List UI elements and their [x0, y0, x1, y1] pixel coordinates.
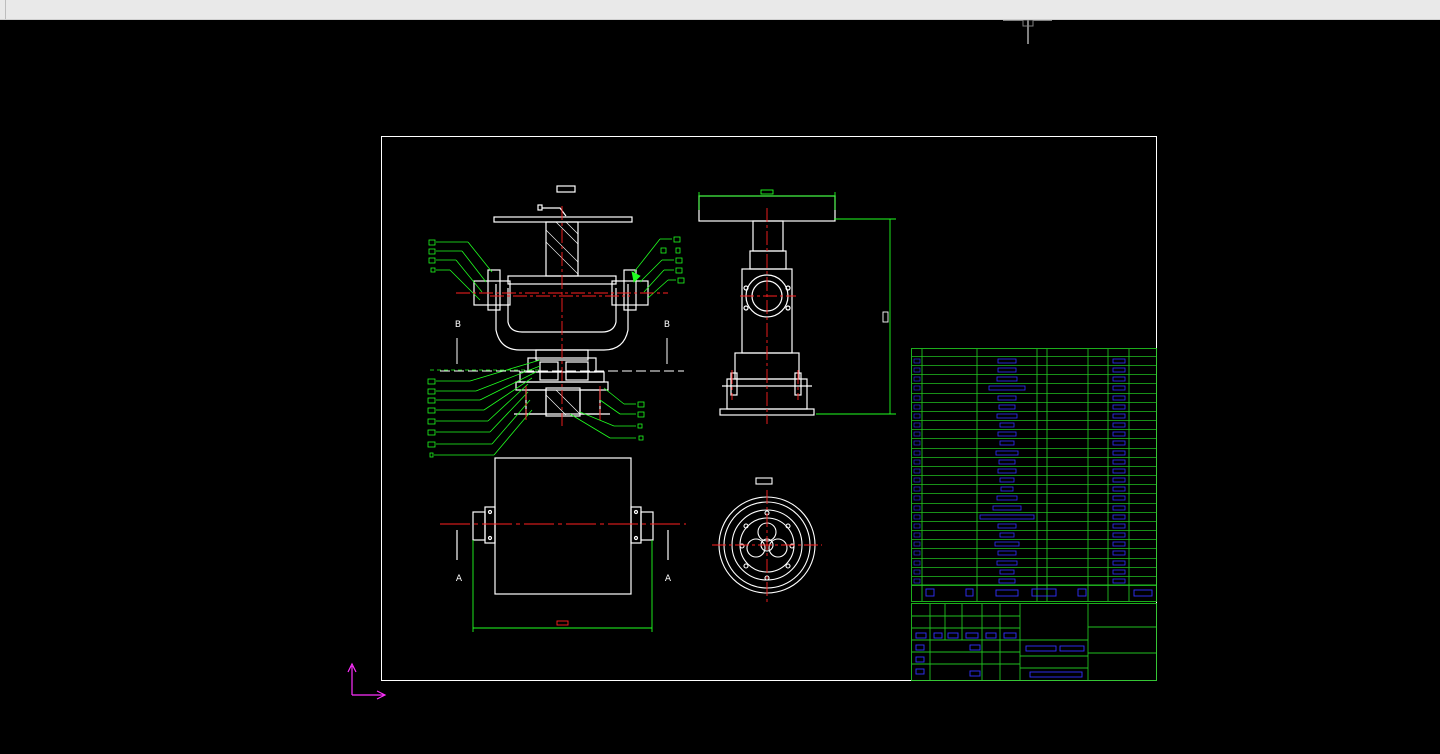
parts-list-name-cell: [996, 495, 1018, 501]
parts-list-name-cell: [996, 413, 1018, 419]
plan-view: [456, 457, 669, 595]
parts-list-index-cell: [913, 477, 921, 483]
parts-list-index-cell: [913, 495, 921, 501]
parts-list-index-cell: [913, 560, 921, 566]
parts-list-material-cell: [1112, 385, 1126, 391]
parts-list-index-cell: [913, 523, 921, 529]
section-label-a-left: A: [456, 574, 463, 584]
parts-list-entries: [913, 358, 1126, 584]
crosshair-cursor-icon: [1003, 20, 1052, 44]
parts-list-name-cell: [988, 385, 1026, 391]
parts-list-index-cell: [913, 578, 921, 584]
parts-list-name-cell: [999, 440, 1015, 446]
parts-list-index-cell: [913, 367, 921, 373]
front-view-centerlines: [456, 206, 668, 426]
parts-list-material-cell: [1112, 413, 1126, 419]
parts-list-name-cell: [992, 505, 1022, 511]
parts-list-name-cell: [999, 477, 1015, 483]
parts-list-name-cell: [999, 569, 1015, 575]
parts-list-header: [925, 588, 1153, 597]
parts-list-material-cell: [1112, 505, 1126, 511]
section-label-a-right: A: [665, 574, 672, 584]
section-label-b-right: B: [664, 320, 670, 330]
plan-view-dimension: [472, 540, 653, 632]
parts-list-name-cell: [996, 560, 1018, 566]
parts-list-material-cell: [1112, 550, 1126, 556]
parts-list-index-cell: [913, 541, 921, 547]
parts-list-material-cell: [1112, 541, 1126, 547]
parts-list-index-cell: [913, 431, 921, 437]
parts-list-index-cell: [913, 358, 921, 364]
parts-list-index-cell: [913, 505, 921, 511]
parts-list-material-cell: [1112, 459, 1126, 465]
parts-list-name-cell: [997, 468, 1017, 474]
parts-list-material-cell: [1112, 431, 1126, 437]
toolbar-edge: [0, 0, 6, 19]
parts-list-material-cell: [1112, 358, 1126, 364]
parts-list-name-cell: [979, 514, 1035, 520]
parts-list-material-cell: [1112, 468, 1126, 474]
parts-list-index-cell: [913, 468, 921, 474]
parts-list-index-cell: [913, 550, 921, 556]
title-block: [911, 603, 1157, 681]
parts-list-material-cell: [1112, 404, 1126, 410]
parts-list-name-cell: [997, 550, 1017, 556]
parts-list-index-cell: [913, 486, 921, 492]
parts-list-material-cell: [1112, 395, 1126, 401]
circular-view-centerlines: [712, 490, 822, 602]
parts-list-index-cell: [913, 413, 921, 419]
parts-list-index-cell: [913, 514, 921, 520]
parts-list-name-cell: [997, 395, 1017, 401]
parts-list-material-cell: [1112, 523, 1126, 529]
parts-list-material-cell: [1112, 560, 1126, 566]
parts-list-material-cell: [1112, 376, 1126, 382]
parts-list-name-cell: [996, 376, 1018, 382]
parts-list-material-cell: [1112, 532, 1126, 538]
drawing-canvas[interactable]: B B A A: [0, 20, 1440, 754]
parts-list-index-cell: [913, 440, 921, 446]
application-toolbar: [0, 0, 1440, 20]
parts-list-material-cell: [1112, 367, 1126, 373]
parts-list-material-cell: [1112, 450, 1126, 456]
parts-list-index-cell: [913, 395, 921, 401]
parts-list-index-cell: [913, 569, 921, 575]
parts-list-material-cell: [1112, 477, 1126, 483]
parts-list-material-cell: [1112, 578, 1126, 584]
parts-list-name-cell: [997, 367, 1017, 373]
parts-list-name-cell: [997, 431, 1017, 437]
parts-list-name-cell: [997, 358, 1017, 364]
section-label-b-left: B: [455, 320, 461, 330]
parts-list-index-cell: [913, 422, 921, 428]
parts-list-index-cell: [913, 385, 921, 391]
parts-list-index-cell: [913, 459, 921, 465]
parts-list-material-cell: [1112, 514, 1126, 520]
parts-list-name-cell: [1000, 486, 1014, 492]
parts-list-name-cell: [998, 404, 1016, 410]
parts-list-name-cell: [995, 450, 1019, 456]
parts-list-material-cell: [1112, 569, 1126, 575]
parts-list-material-cell: [1112, 486, 1126, 492]
parts-list-name-cell: [998, 578, 1016, 584]
parts-list-index-cell: [913, 376, 921, 382]
parts-list-name-cell: [998, 459, 1016, 465]
parts-list-material-cell: [1112, 495, 1126, 501]
side-view-dimensions: [698, 189, 896, 415]
parts-list-name-cell: [994, 541, 1020, 547]
ucs-axis-icon: [347, 662, 387, 700]
parts-list-index-cell: [913, 450, 921, 456]
parts-list-index-cell: [913, 404, 921, 410]
parts-list-index-cell: [913, 532, 921, 538]
parts-list-material-cell: [1112, 440, 1126, 446]
parts-list-material-cell: [1112, 422, 1126, 428]
parts-list-name-cell: [997, 523, 1017, 529]
front-view-leaders-left: [427, 239, 541, 458]
parts-list-name-cell: [999, 532, 1015, 538]
cad-drawing[interactable]: B B A A: [0, 20, 1440, 754]
parts-list-name-cell: [999, 422, 1015, 428]
parts-list-table: [911, 348, 1157, 602]
